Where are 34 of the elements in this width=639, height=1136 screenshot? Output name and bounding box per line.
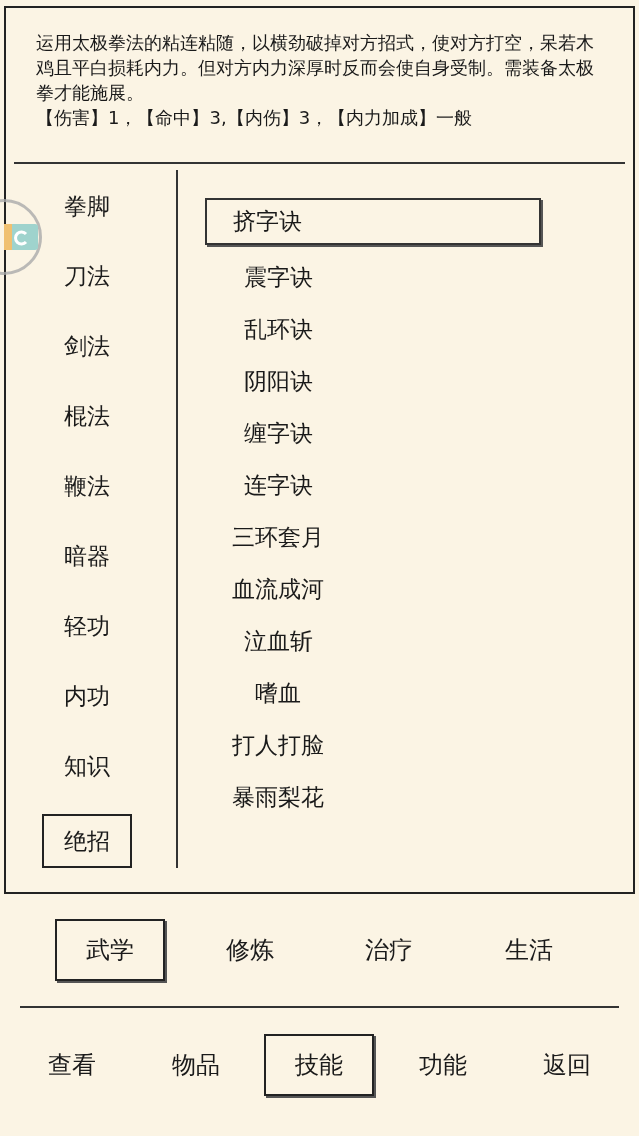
nav-button[interactable]: 物品 — [140, 1034, 251, 1096]
category-tab[interactable]: 刀法 — [64, 254, 110, 298]
skill-item[interactable]: 连字诀 — [178, 459, 378, 511]
section-tab[interactable]: 生活 — [474, 919, 585, 981]
skill-stats: 【伤害】1，【命中】3,【内伤】3，【内力加成】一般 — [36, 106, 474, 130]
skill-item[interactable]: 震字诀 — [178, 251, 378, 303]
nav-button[interactable]: 技能 — [264, 1034, 375, 1096]
category-tab[interactable]: 轻功 — [64, 604, 110, 648]
section-tab[interactable]: 修炼 — [194, 919, 305, 981]
category-tab[interactable]: 棍法 — [64, 394, 110, 438]
skill-item[interactable]: 阴阳诀 — [178, 355, 378, 407]
category-tab[interactable]: 剑法 — [64, 324, 110, 368]
skill-item[interactable]: 缠字诀 — [178, 407, 378, 459]
skill-item[interactable]: 三环套月 — [178, 511, 378, 563]
skill-item[interactable]: 打人打脸 — [178, 719, 378, 771]
skill-item[interactable]: 泣血斩 — [178, 615, 378, 667]
nav-button[interactable]: 返回 — [512, 1034, 623, 1096]
category-tab[interactable]: 知识 — [64, 744, 110, 788]
skill-item[interactable]: 乱环诀 — [178, 303, 378, 355]
section-tab[interactable]: 武学 — [54, 919, 165, 981]
category-tab[interactable]: 拳脚 — [64, 184, 110, 228]
nav-button[interactable]: 查看 — [16, 1034, 127, 1096]
category-tab[interactable]: 内功 — [64, 674, 110, 718]
skill-item[interactable]: 嗜血 — [178, 667, 378, 719]
category-tab[interactable]: 绝招 — [42, 814, 132, 868]
skill-item[interactable]: 暴雨梨花 — [178, 771, 378, 823]
category-tab[interactable]: 暗器 — [64, 534, 110, 578]
section-tab[interactable]: 治疗 — [334, 919, 445, 981]
skill-item[interactable]: 血流成河 — [178, 563, 378, 615]
category-tab[interactable]: 鞭法 — [64, 464, 110, 508]
skill-description: 运用太极拳法的粘连粘随，以横劲破掉对方招式，使对方打空，呆若木鸡且平白损耗内力。但对方内力深厚时反而会使自身受制。需装备太极拳才能施展。 — [36, 31, 595, 105]
chat-icon — [4, 222, 38, 252]
skill-item[interactable]: 挤字诀 — [205, 198, 541, 245]
nav-button[interactable]: 功能 — [388, 1034, 499, 1096]
